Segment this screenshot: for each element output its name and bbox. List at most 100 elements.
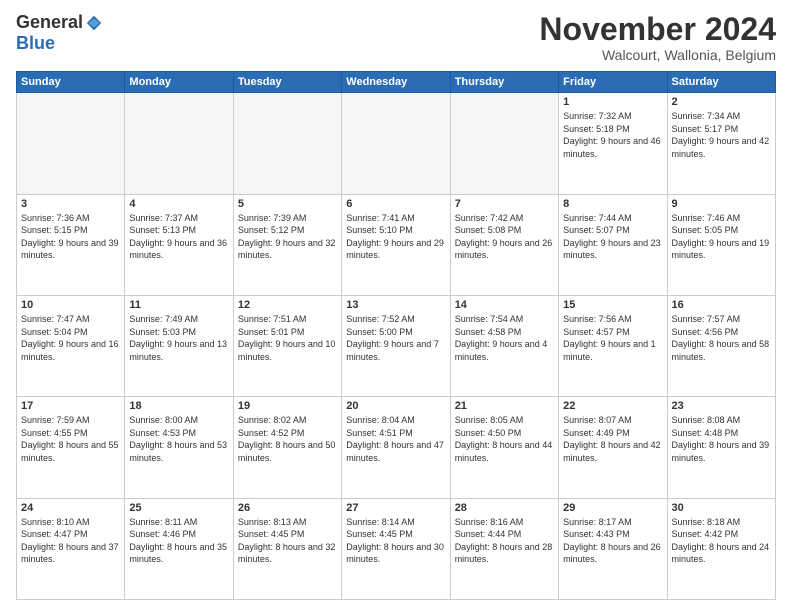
table-row: 8 Sunrise: 7:44 AM Sunset: 5:07 PM Daylig… [559,194,667,295]
day-info: Sunrise: 8:13 AM Sunset: 4:45 PM Dayligh… [238,516,337,566]
table-row: 20 Sunrise: 8:04 AM Sunset: 4:51 PM Dayli… [342,397,450,498]
day-info: Sunrise: 8:08 AM Sunset: 4:48 PM Dayligh… [672,414,771,464]
page: General Blue November 2024 Walcourt, Wal… [0,0,792,612]
table-row: 18Sunrise: 8:00 AM Sunset: 4:53 PM Dayli… [125,397,233,498]
day-info: Sunrise: 8:02 AM Sunset: 4:52 PM Dayligh… [238,414,337,464]
day-number: 2 [672,96,771,108]
table-row: 27 Sunrise: 8:14 AM Sunset: 4:45 PM Dayli… [342,498,450,599]
logo-general: General [16,12,83,33]
month-title: November 2024 [539,12,776,47]
table-row [17,93,125,194]
table-row [450,93,558,194]
table-row: 10 Sunrise: 7:47 AM Sunset: 5:04 PM Dayli… [17,295,125,396]
calendar-week-2: 10 Sunrise: 7:47 AM Sunset: 5:04 PM Dayli… [17,295,776,396]
subtitle: Walcourt, Wallonia, Belgium [539,47,776,63]
header-thursday: Thursday [450,72,558,93]
day-info: Sunrise: 7:49 AM Sunset: 5:03 PM Dayligh… [129,313,228,363]
day-info: Sunrise: 7:56 AM Sunset: 4:57 PM Dayligh… [563,313,662,363]
day-number: 26 [238,502,337,514]
day-info: Sunrise: 7:36 AM Sunset: 5:15 PM Dayligh… [21,212,120,262]
header-tuesday: Tuesday [233,72,341,93]
table-row: 6 Sunrise: 7:41 AM Sunset: 5:10 PM Daylig… [342,194,450,295]
calendar-week-4: 24 Sunrise: 8:10 AM Sunset: 4:47 PM Dayli… [17,498,776,599]
table-row: 1 Sunrise: 7:32 AM Sunset: 5:18 PM Daylig… [559,93,667,194]
day-info: Sunrise: 8:10 AM Sunset: 4:47 PM Dayligh… [21,516,120,566]
day-number: 6 [346,198,445,210]
day-info: Sunrise: 7:34 AM Sunset: 5:17 PM Dayligh… [672,110,771,160]
table-row: 11Sunrise: 7:49 AM Sunset: 5:03 PM Dayli… [125,295,233,396]
day-info: Sunrise: 7:46 AM Sunset: 5:05 PM Dayligh… [672,212,771,262]
day-number: 10 [21,299,120,311]
table-row: 30 Sunrise: 8:18 AM Sunset: 4:42 PM Dayli… [667,498,775,599]
day-info: Sunrise: 7:47 AM Sunset: 5:04 PM Dayligh… [21,313,120,363]
day-number: 20 [346,400,445,412]
day-info: Sunrise: 7:59 AM Sunset: 4:55 PM Dayligh… [21,414,120,464]
logo-icon [85,14,103,32]
table-row: 9Sunrise: 7:46 AM Sunset: 5:05 PM Daylig… [667,194,775,295]
day-info: Sunrise: 7:39 AM Sunset: 5:12 PM Dayligh… [238,212,337,262]
table-row: 17 Sunrise: 7:59 AM Sunset: 4:55 PM Dayli… [17,397,125,498]
day-info: Sunrise: 7:37 AM Sunset: 5:13 PM Dayligh… [129,212,228,262]
day-info: Sunrise: 7:54 AM Sunset: 4:58 PM Dayligh… [455,313,554,363]
day-info: Sunrise: 8:16 AM Sunset: 4:44 PM Dayligh… [455,516,554,566]
table-row: 16Sunrise: 7:57 AM Sunset: 4:56 PM Dayli… [667,295,775,396]
day-info: Sunrise: 7:52 AM Sunset: 5:00 PM Dayligh… [346,313,445,363]
day-number: 15 [563,299,662,311]
table-row: 5 Sunrise: 7:39 AM Sunset: 5:12 PM Daylig… [233,194,341,295]
table-row [342,93,450,194]
day-info: Sunrise: 8:17 AM Sunset: 4:43 PM Dayligh… [563,516,662,566]
day-info: Sunrise: 8:04 AM Sunset: 4:51 PM Dayligh… [346,414,445,464]
day-number: 23 [672,400,771,412]
table-row: 26 Sunrise: 8:13 AM Sunset: 4:45 PM Dayli… [233,498,341,599]
day-number: 8 [563,198,662,210]
calendar-week-1: 3 Sunrise: 7:36 AM Sunset: 5:15 PM Daylig… [17,194,776,295]
header: General Blue November 2024 Walcourt, Wal… [16,12,776,63]
calendar-week-0: 1 Sunrise: 7:32 AM Sunset: 5:18 PM Daylig… [17,93,776,194]
day-number: 7 [455,198,554,210]
day-number: 12 [238,299,337,311]
table-row: 13 Sunrise: 7:52 AM Sunset: 5:00 PM Dayli… [342,295,450,396]
day-number: 30 [672,502,771,514]
day-number: 1 [563,96,662,108]
day-number: 27 [346,502,445,514]
day-info: Sunrise: 8:07 AM Sunset: 4:49 PM Dayligh… [563,414,662,464]
day-number: 28 [455,502,554,514]
day-number: 14 [455,299,554,311]
table-row: 22 Sunrise: 8:07 AM Sunset: 4:49 PM Dayli… [559,397,667,498]
header-friday: Friday [559,72,667,93]
logo-blue: Blue [16,33,55,54]
day-number: 13 [346,299,445,311]
table-row: 28 Sunrise: 8:16 AM Sunset: 4:44 PM Dayli… [450,498,558,599]
day-info: Sunrise: 7:32 AM Sunset: 5:18 PM Dayligh… [563,110,662,160]
day-number: 5 [238,198,337,210]
table-row: 15 Sunrise: 7:56 AM Sunset: 4:57 PM Dayli… [559,295,667,396]
table-row: 7Sunrise: 7:42 AM Sunset: 5:08 PM Daylig… [450,194,558,295]
day-number: 21 [455,400,554,412]
day-number: 17 [21,400,120,412]
day-info: Sunrise: 8:11 AM Sunset: 4:46 PM Dayligh… [129,516,228,566]
table-row: 4 Sunrise: 7:37 AM Sunset: 5:13 PM Daylig… [125,194,233,295]
table-row: 14 Sunrise: 7:54 AM Sunset: 4:58 PM Dayli… [450,295,558,396]
day-info: Sunrise: 7:57 AM Sunset: 4:56 PM Dayligh… [672,313,771,363]
day-number: 4 [129,198,228,210]
day-info: Sunrise: 8:05 AM Sunset: 4:50 PM Dayligh… [455,414,554,464]
table-row [125,93,233,194]
calendar-week-3: 17 Sunrise: 7:59 AM Sunset: 4:55 PM Dayli… [17,397,776,498]
title-area: November 2024 Walcourt, Wallonia, Belgiu… [539,12,776,63]
day-number: 22 [563,400,662,412]
header-monday: Monday [125,72,233,93]
table-row: 21 Sunrise: 8:05 AM Sunset: 4:50 PM Dayli… [450,397,558,498]
header-sunday: Sunday [17,72,125,93]
logo-text: General [16,12,103,33]
day-info: Sunrise: 7:44 AM Sunset: 5:07 PM Dayligh… [563,212,662,262]
day-info: Sunrise: 8:18 AM Sunset: 4:42 PM Dayligh… [672,516,771,566]
day-number: 24 [21,502,120,514]
day-info: Sunrise: 7:41 AM Sunset: 5:10 PM Dayligh… [346,212,445,262]
day-info: Sunrise: 8:14 AM Sunset: 4:45 PM Dayligh… [346,516,445,566]
table-row: 3 Sunrise: 7:36 AM Sunset: 5:15 PM Daylig… [17,194,125,295]
header-saturday: Saturday [667,72,775,93]
table-row: 24 Sunrise: 8:10 AM Sunset: 4:47 PM Dayli… [17,498,125,599]
day-info: Sunrise: 7:51 AM Sunset: 5:01 PM Dayligh… [238,313,337,363]
day-number: 3 [21,198,120,210]
table-row [233,93,341,194]
